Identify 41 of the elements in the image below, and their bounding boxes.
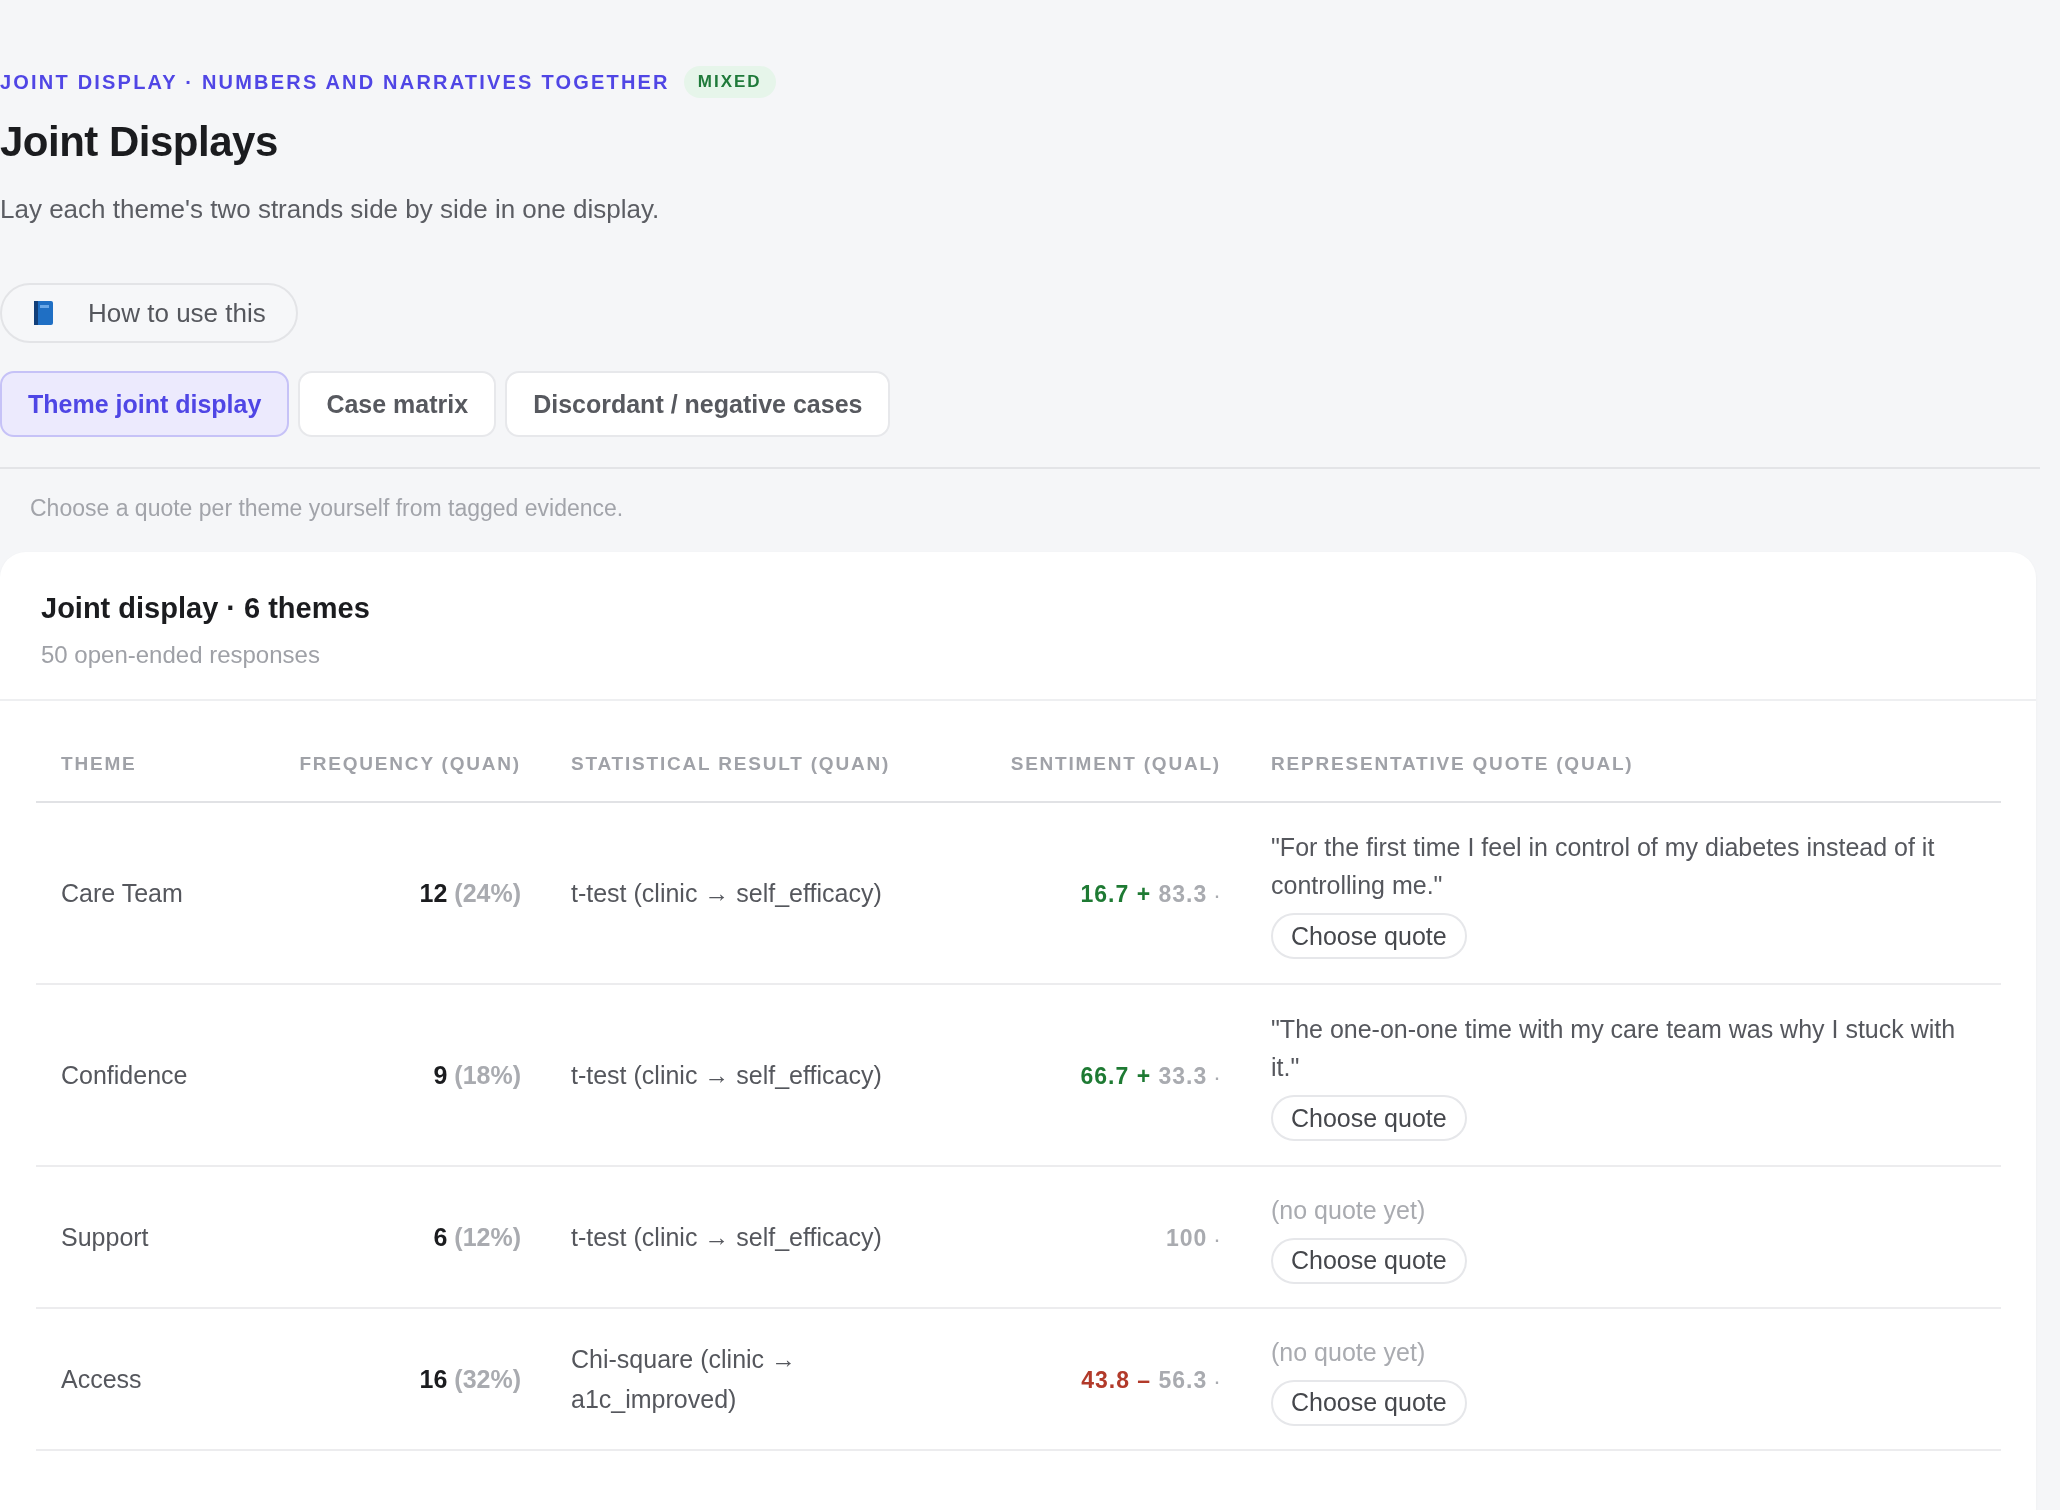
sentiment-value: 100 · — [1165, 1224, 1221, 1251]
frequency-value: 16 (32%) — [419, 1364, 521, 1393]
page-title: Joint Displays — [0, 118, 279, 166]
mixed-badge: MIXED — [683, 66, 776, 98]
card-subtitle: 50 open-ended responses — [41, 641, 321, 669]
sentiment-value: 16.7 + 83.3 · — [1080, 880, 1221, 907]
frequency-value: 6 (12%) — [433, 1222, 521, 1251]
page-subtitle: Lay each theme's two strands side by side in one display. — [0, 194, 661, 225]
choose-quote-button[interactable]: Choose quote — [1271, 913, 1467, 960]
quote-text: "The one-on-one time with my care team was why I stuck with it." — [1271, 1013, 1957, 1084]
tab[interactable]: Discordant / negative cases — [505, 371, 891, 437]
hint-text: Choose a quote per theme yourself from tagged evidence. — [30, 495, 625, 522]
statistical-result: t-test (clinic → self_efficacy) — [571, 1061, 882, 1090]
help-button[interactable]: How to use this — [0, 283, 298, 343]
column-header: SENTIMENT (QUAL) — [1010, 753, 1221, 775]
empty-quote-text: (no quote yet) — [1271, 1337, 1427, 1368]
frequency-value: 12 (24%) — [419, 878, 521, 907]
column-header: FREQUENCY (QUAN) — [299, 753, 521, 775]
book-icon — [32, 299, 56, 327]
statistical-result: Chi-square (clinic → a1c_improved) — [571, 1345, 797, 1414]
quote-text: "For the first time I feel in control of my diabetes instead of it controlling me." — [1271, 831, 1936, 902]
sentiment-value: 66.7 + 33.3 · — [1080, 1062, 1221, 1089]
column-header: THEME — [61, 753, 137, 775]
empty-quote-text: (no quote yet) — [1271, 1195, 1427, 1226]
column-header: REPRESENTATIVE QUOTE (QUAL) — [1271, 753, 1634, 775]
tab[interactable]: Case matrix — [298, 371, 497, 437]
statistical-result: t-test (clinic → self_efficacy) — [571, 879, 882, 908]
frequency-value: 9 (18%) — [433, 1060, 521, 1089]
theme-name: Access — [61, 1364, 142, 1393]
tab[interactable]: Theme joint display — [0, 371, 290, 437]
choose-quote-button[interactable]: Choose quote — [1271, 1095, 1467, 1142]
sentiment-value: 43.8 – 56.3 · — [1081, 1366, 1221, 1393]
theme-name: Care Team — [61, 878, 183, 907]
card-title: Joint display · 6 themes — [41, 592, 371, 625]
choose-quote-button[interactable]: Choose quote — [1271, 1237, 1467, 1284]
choose-quote-button[interactable]: Choose quote — [1271, 1379, 1467, 1426]
section-eyebrow: JOINT DISPLAY · NUMBERS AND NARRATIVES TOGETHER — [0, 70, 670, 94]
statistical-result: t-test (clinic → self_efficacy) — [571, 1223, 882, 1252]
column-header: STATISTICAL RESULT (QUAN) — [571, 753, 891, 774]
theme-name: Support — [61, 1222, 149, 1251]
theme-name: Confidence — [61, 1060, 188, 1089]
